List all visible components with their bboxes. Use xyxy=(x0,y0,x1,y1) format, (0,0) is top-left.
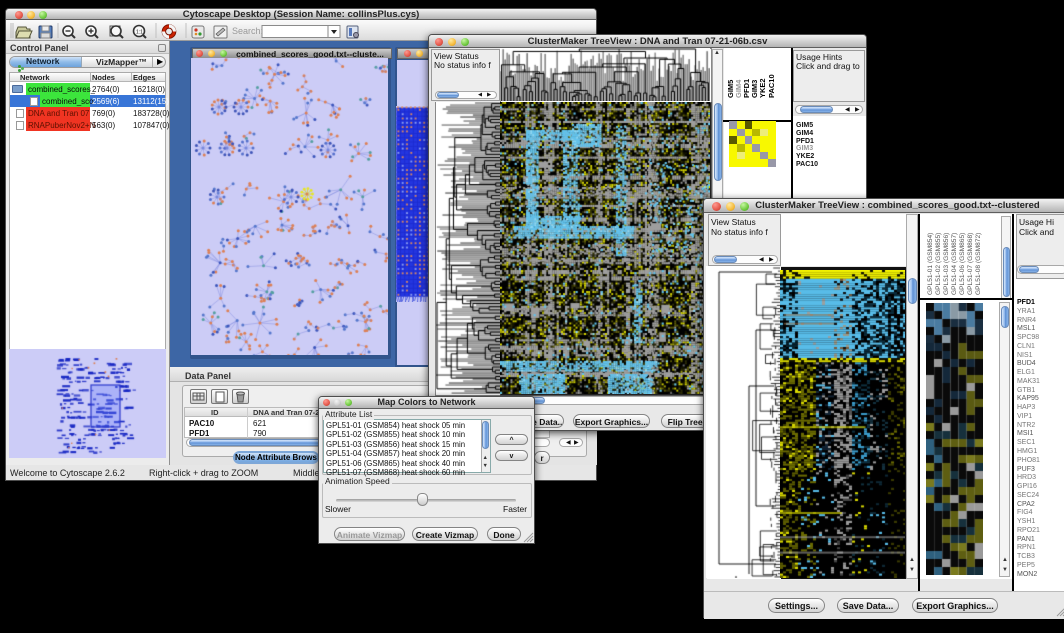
svg-text:GPL51-08 (GSM872): GPL51-08 (GSM872) xyxy=(975,233,982,295)
svg-text:Search:: Search: xyxy=(232,26,263,36)
svg-text:GPL51-03 (GSM856): GPL51-03 (GSM856) xyxy=(943,233,950,295)
svg-text:YKE2: YKE2 xyxy=(758,78,767,98)
svg-text:GPL51-02 (GSM855): GPL51-02 (GSM855) xyxy=(935,233,942,295)
svg-text:GPL51-07 (GSM868): GPL51-07 (GSM868) xyxy=(967,233,974,295)
svg-text:GPL51-01 (GSM854): GPL51-01 (GSM854) xyxy=(927,233,934,295)
svg-text:1:1: 1:1 xyxy=(136,30,143,36)
svg-text:GPL51-06 (GSM865): GPL51-06 (GSM865) xyxy=(959,233,966,295)
svg-text:GPL51-04 (GSM857): GPL51-04 (GSM857) xyxy=(951,233,958,295)
svg-text:PAC10: PAC10 xyxy=(767,74,776,98)
